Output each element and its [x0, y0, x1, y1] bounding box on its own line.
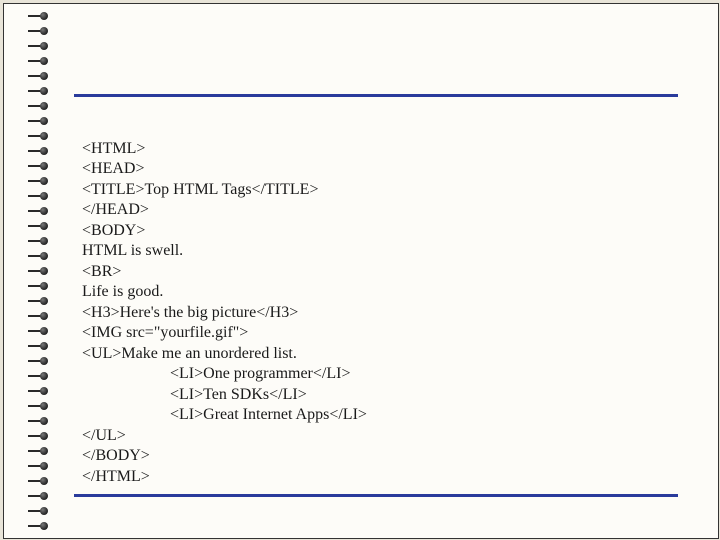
ring-icon: [28, 147, 50, 155]
ring-icon: [28, 402, 50, 410]
code-line: </UL>: [82, 427, 126, 444]
ring-icon: [28, 207, 50, 215]
code-line: Life is good.: [82, 283, 163, 300]
ring-icon: [28, 357, 50, 365]
code-line: <BR>: [82, 263, 121, 280]
ring-icon: [28, 447, 50, 455]
code-line: <LI>Great Internet Apps</LI>: [170, 406, 367, 423]
code-line: <IMG src="yourfile.gif">: [82, 324, 248, 341]
ring-icon: [28, 72, 50, 80]
ring-icon: [28, 282, 50, 290]
ring-icon: [28, 462, 50, 470]
ring-icon: [28, 342, 50, 350]
ring-icon: [28, 507, 50, 515]
ring-icon: [28, 267, 50, 275]
ring-icon: [28, 372, 50, 380]
ring-icon: [28, 12, 50, 20]
ring-icon: [28, 477, 50, 485]
code-line: <HTML>: [82, 140, 145, 157]
ring-icon: [28, 492, 50, 500]
code-line: <H3>Here's the big picture</H3>: [82, 304, 298, 321]
ring-icon: [28, 162, 50, 170]
code-line: </BODY>: [82, 447, 150, 464]
ring-icon: [28, 27, 50, 35]
code-line: </HEAD>: [82, 201, 149, 218]
ring-icon: [28, 297, 50, 305]
code-line: <BODY>: [82, 222, 145, 239]
ring-icon: [28, 117, 50, 125]
horizontal-rule-top: [74, 94, 678, 97]
ring-icon: [28, 177, 50, 185]
ring-icon: [28, 417, 50, 425]
code-line: </HTML>: [82, 468, 150, 485]
slide-page: <HTML> <HEAD> <TITLE>Top HTML Tags</TITL…: [3, 3, 719, 539]
ring-icon: [28, 222, 50, 230]
code-line: <LI>Ten SDKs</LI>: [170, 386, 307, 403]
ring-icon: [28, 87, 50, 95]
ring-icon: [28, 42, 50, 50]
horizontal-rule-bottom: [74, 494, 678, 497]
ring-icon: [28, 132, 50, 140]
ring-icon: [28, 252, 50, 260]
code-line: <TITLE>Top HTML Tags</TITLE>: [82, 181, 318, 198]
code-line: <LI>One programmer</LI>: [170, 365, 350, 382]
ring-icon: [28, 57, 50, 65]
ring-icon: [28, 237, 50, 245]
code-block: <HTML> <HEAD> <TITLE>Top HTML Tags</TITL…: [82, 118, 367, 508]
spiral-binding: [28, 12, 50, 530]
ring-icon: [28, 387, 50, 395]
code-line: <HEAD>: [82, 160, 144, 177]
ring-icon: [28, 312, 50, 320]
ring-icon: [28, 327, 50, 335]
ring-icon: [28, 102, 50, 110]
code-line: <UL>Make me an unordered list.: [82, 345, 297, 362]
ring-icon: [28, 432, 50, 440]
code-line: HTML is swell.: [82, 242, 183, 259]
ring-icon: [28, 192, 50, 200]
ring-icon: [28, 522, 50, 530]
